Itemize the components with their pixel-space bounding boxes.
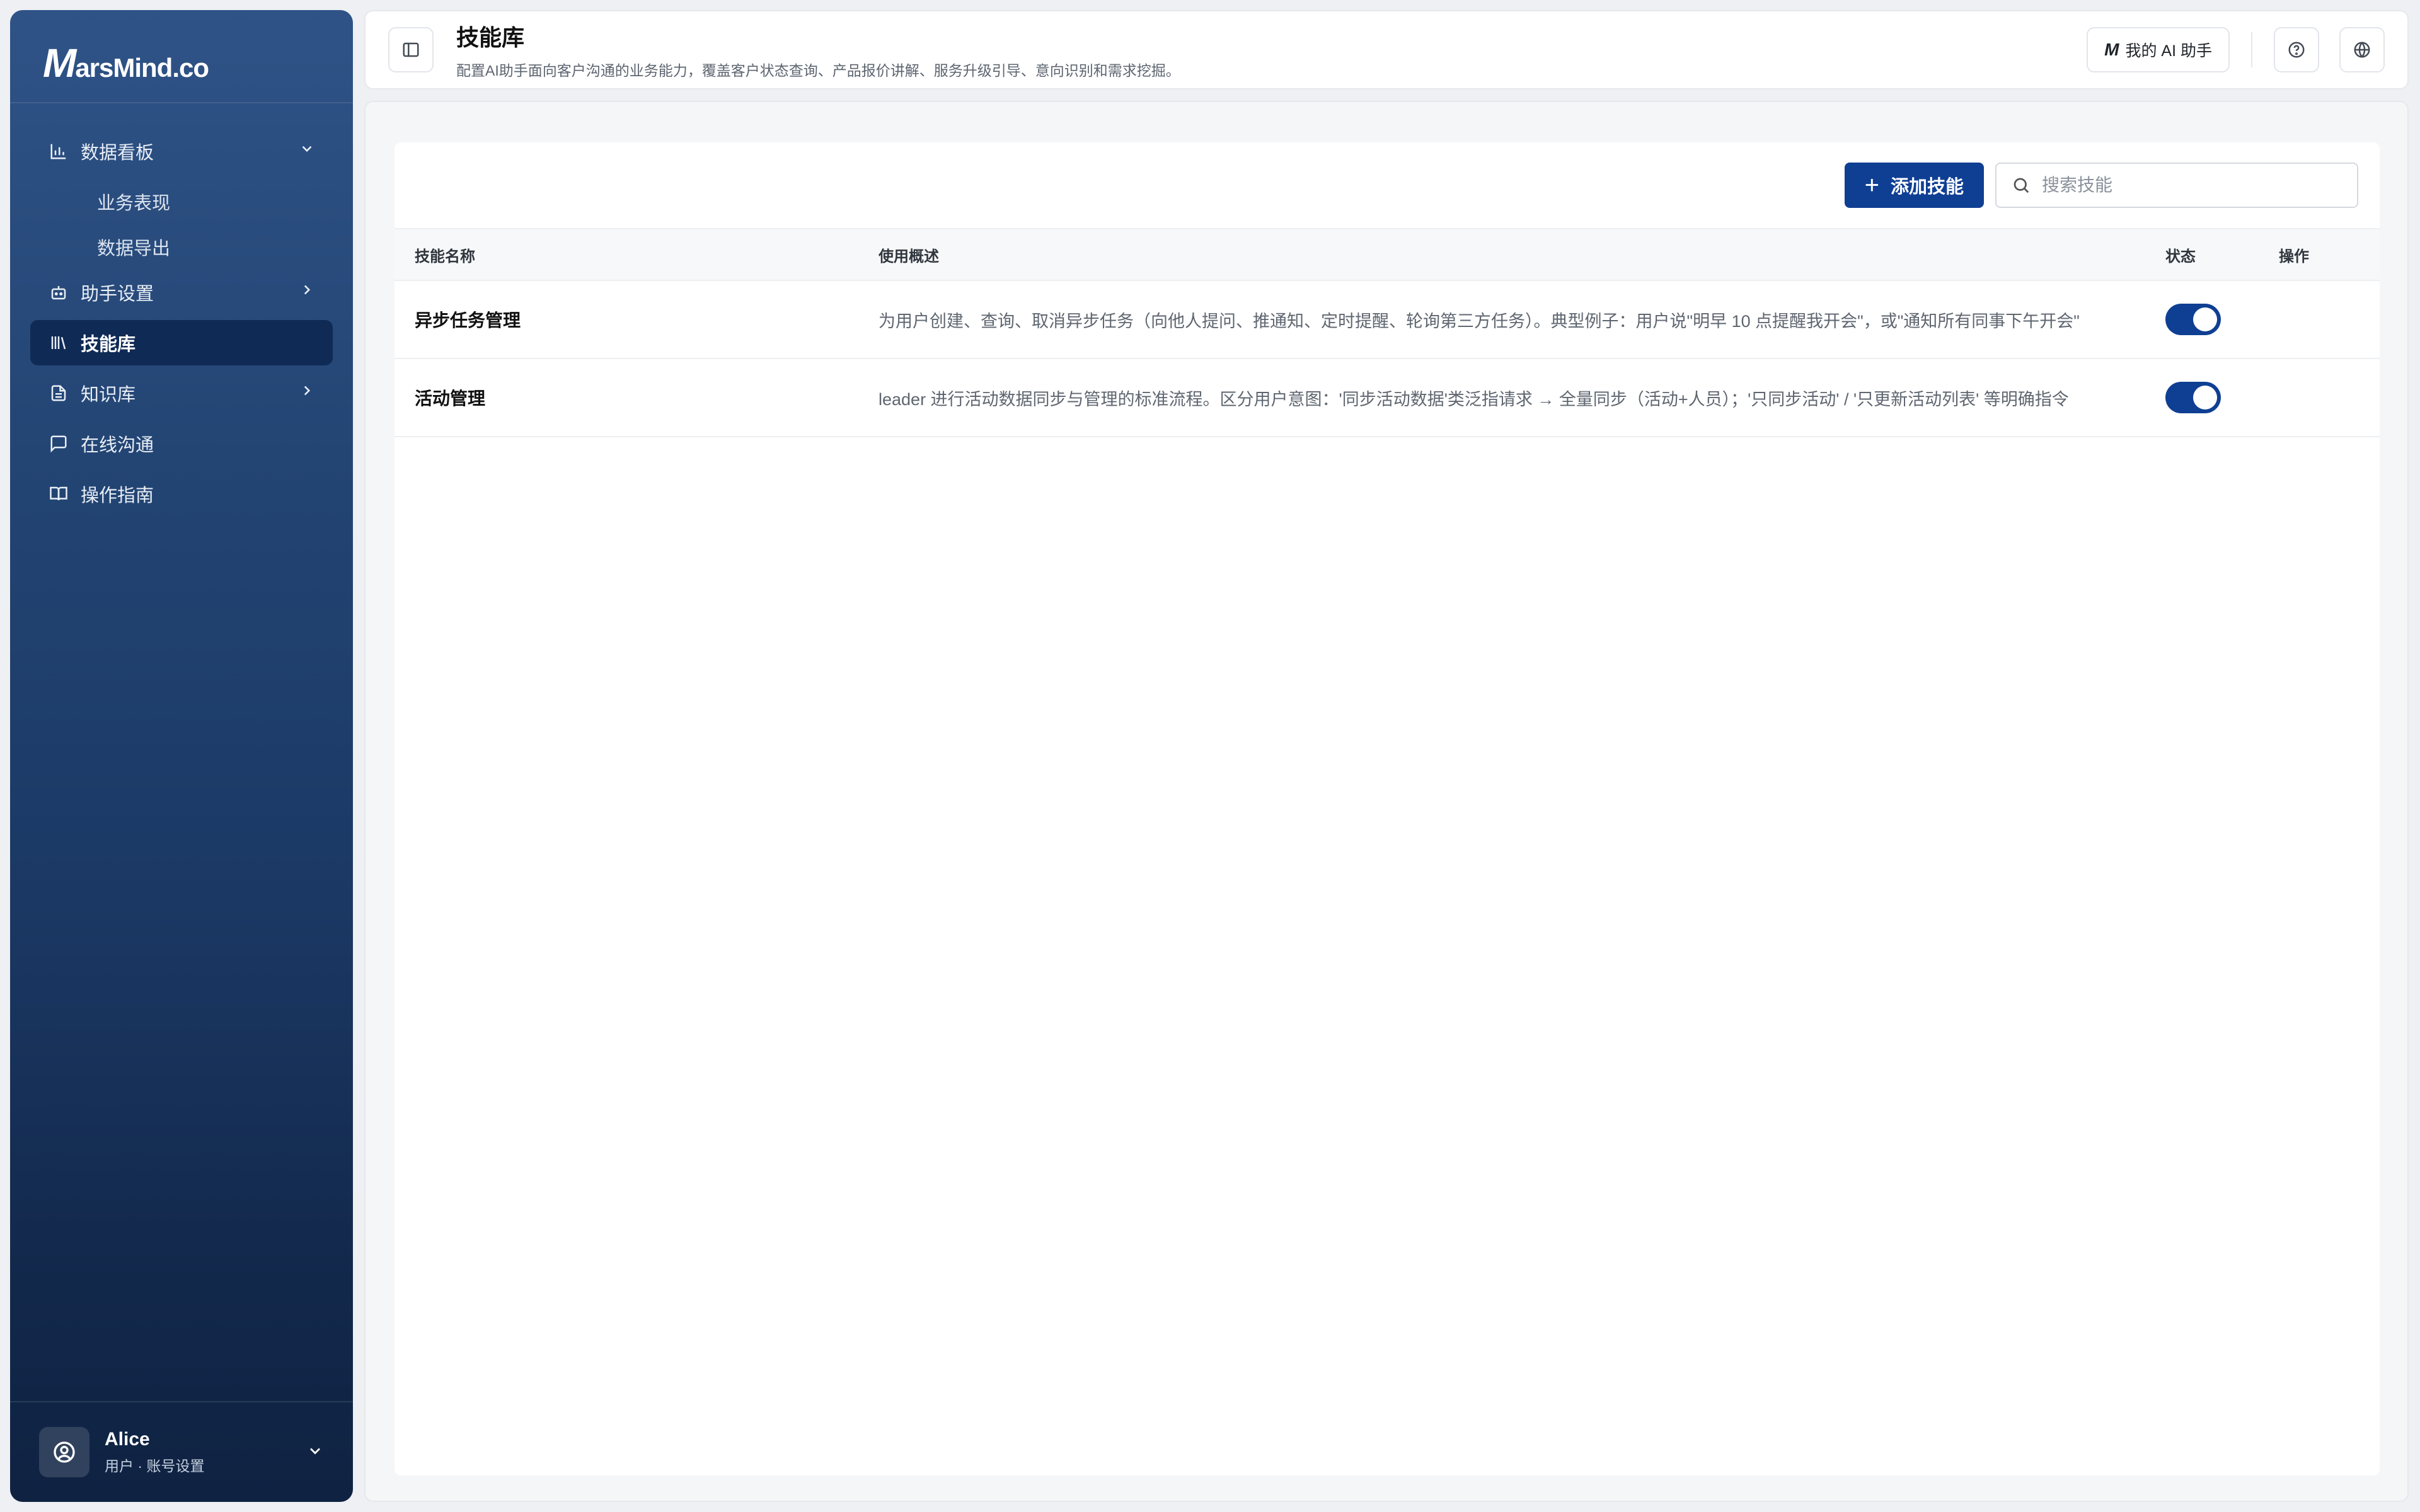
help-button[interactable] (2274, 27, 2319, 72)
skill-name[interactable]: 活动管理 (395, 358, 858, 437)
header-titles: 技能库 配置AI助手面向客户沟通的业务能力，覆盖客户状态查询、产品报价讲解、服务… (456, 20, 2087, 80)
column-header-description: 使用概述 (858, 228, 2145, 281)
table-header-row: 技能名称 使用概述 状态 操作 (395, 228, 2380, 281)
sidebar-item-label: 知识库 (81, 385, 136, 405)
logo-mark: M (43, 40, 76, 86)
user-menu[interactable]: Alice 用户 · 账号设置 (10, 1401, 353, 1502)
user-circle-icon (54, 1441, 75, 1463)
sidebar-item-label: 操作指南 (81, 486, 154, 506)
page-subtitle: 配置AI助手面向客户沟通的业务能力，覆盖客户状态查询、产品报价讲解、服务升级引导… (456, 62, 1180, 79)
toggle-knob (2193, 386, 2217, 410)
sidebar-item-knowledge[interactable]: 知识库 (30, 370, 333, 416)
sidebar-item-label: 助手设置 (81, 284, 154, 304)
sidebar-item-label: 在线沟通 (81, 435, 154, 455)
add-skill-label: 添加技能 (1890, 177, 1964, 197)
skill-description: 为用户创建、查询、取消异步任务（向他人提问、推通知、定时提醒、轮询第三方任务）。… (858, 280, 2145, 359)
chevron-right-icon (299, 282, 315, 303)
logo-word: arsMind.co (75, 53, 209, 83)
skills-table: 技能名称 使用概述 状态 操作 异步任务管理 为用户创建、查询、取消异步任务（向… (395, 228, 2380, 437)
status-cell (2145, 358, 2259, 437)
sidebar-item-dashboard[interactable]: 数据看板 (30, 129, 333, 174)
sidebar-item-label: 技能库 (81, 335, 136, 355)
table-row[interactable]: 异步任务管理 为用户创建、查询、取消异步任务（向他人提问、推通知、定时提醒、轮询… (395, 280, 2380, 359)
bar-chart-icon (48, 140, 69, 162)
column-header-status: 状态 (2145, 228, 2259, 281)
chevron-down-icon (306, 1442, 324, 1463)
skill-description: leader 进行活动数据同步与管理的标准流程。区分用户意图：'同步活动数据'类… (858, 358, 2145, 437)
logo-area: M arsMind.co (10, 10, 353, 103)
sidebar-item-skills[interactable]: 技能库 (30, 320, 333, 365)
search-box[interactable] (1995, 163, 2358, 208)
user-role: 用户 · 账号设置 (105, 1458, 205, 1474)
add-skill-button[interactable]: + 添加技能 (1844, 163, 1984, 208)
my-ai-assistant-button[interactable]: M 我的 AI 助手 (2087, 27, 2230, 72)
actions-cell (2259, 280, 2380, 359)
brand-logo[interactable]: M arsMind.co (43, 43, 353, 83)
page-title: 技能库 (456, 25, 525, 50)
skill-name[interactable]: 异步任务管理 (395, 280, 858, 359)
column-header-name[interactable]: 技能名称 (395, 228, 858, 281)
toggle-knob (2193, 307, 2217, 331)
sidebar-item-guide[interactable]: 操作指南 (30, 471, 333, 517)
message-square-icon (48, 433, 69, 454)
status-toggle[interactable] (2165, 382, 2221, 413)
bot-icon (48, 282, 69, 303)
sidebar-item-chat[interactable]: 在线沟通 (30, 421, 333, 466)
sidebar-nav: 数据看板 业务表现 数据导出 助手设置 技能库 知识库 在线沟通 操作指南 (10, 103, 353, 517)
column-header-actions: 操作 (2259, 228, 2380, 281)
ai-button-label: 我的 AI 助手 (2125, 42, 2212, 60)
sidebar-subitem-performance[interactable]: 业务表现 (30, 179, 333, 224)
page-header: 技能库 配置AI助手面向客户沟通的业务能力，覆盖客户状态查询、产品报价讲解、服务… (364, 10, 2409, 89)
file-text-icon (48, 382, 69, 404)
header-divider (2251, 32, 2252, 67)
search-icon (2014, 178, 2029, 193)
help-circle-icon (2288, 42, 2305, 58)
chevron-right-icon (299, 382, 315, 404)
panel-left-icon (403, 42, 419, 57)
chevron-down-icon (299, 140, 315, 162)
toolbar: + 添加技能 (395, 142, 2380, 228)
actions-cell (2259, 358, 2380, 437)
language-button[interactable] (2339, 27, 2385, 72)
skills-card: + 添加技能 技能名称 使用概述 状态 操作 异步任务管理 为用户创建、 (395, 142, 2380, 1475)
plus-icon: + (1864, 171, 1879, 199)
sidebar-subitem-export[interactable]: 数据导出 (30, 224, 333, 270)
status-cell (2145, 280, 2259, 359)
sidebar: M arsMind.co 数据看板 业务表现 数据导出 助手设置 技能库 知识库… (10, 10, 353, 1502)
user-name: Alice (105, 1429, 150, 1450)
sidebar-item-label: 数据看板 (81, 143, 154, 163)
avatar (39, 1427, 89, 1477)
search-input[interactable] (2042, 175, 2342, 195)
status-toggle[interactable] (2165, 304, 2221, 335)
user-info: Alice 用户 · 账号设置 (105, 1429, 306, 1475)
library-icon (48, 332, 69, 353)
table-row[interactable]: 活动管理 leader 进行活动数据同步与管理的标准流程。区分用户意图：'同步活… (395, 358, 2380, 437)
sidebar-toggle-button[interactable] (388, 27, 434, 72)
sidebar-item-assistant-settings[interactable]: 助手设置 (30, 270, 333, 315)
marsmind-icon: M (2104, 40, 2119, 59)
globe-icon (2354, 42, 2370, 58)
book-open-icon (48, 483, 69, 505)
